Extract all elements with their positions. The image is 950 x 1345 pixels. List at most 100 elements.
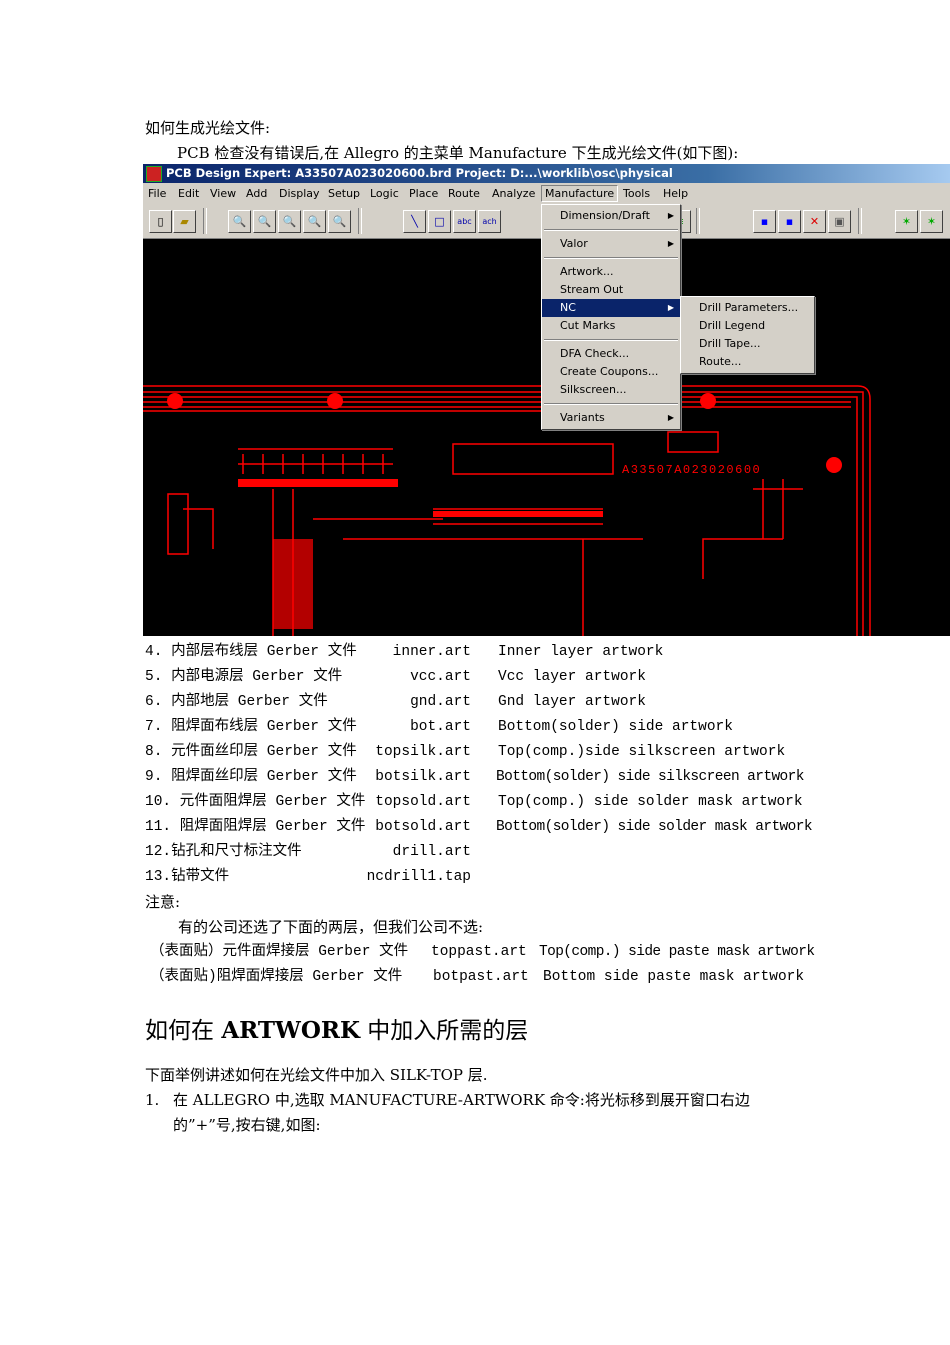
open-file-icon[interactable]: ▰ — [173, 210, 196, 233]
mounting-hole — [826, 457, 842, 473]
menu-route[interactable]: Route — [447, 186, 481, 201]
menu-item-stream-out[interactable]: Stream Out — [542, 281, 680, 299]
menu-file[interactable]: File — [147, 186, 167, 201]
step-line: 在 ALLEGRO 中,选取 MANUFACTURE-ARTWORK 命令:将光… — [173, 1091, 750, 1109]
zoom-world-icon[interactable]: 🔍 — [328, 210, 351, 233]
layer-name: 9. 阻焊面丝印层 Gerber 文件 — [145, 769, 357, 785]
menu-item-variants[interactable]: Variants ▶ — [542, 409, 680, 427]
menu-view[interactable]: View — [209, 186, 237, 201]
zoom-in-icon[interactable]: 🔍 — [278, 210, 301, 233]
layer-name: 12.钻孔和尺寸标注文件 — [145, 844, 302, 860]
note-layer-name: （表面贴)阻焊面焊接层 Gerber 文件 — [150, 969, 403, 985]
connector — [238, 448, 393, 474]
layer-desc: Bottom(solder) side silkscreen artwork — [496, 769, 804, 785]
add-line-icon[interactable]: ╲ — [403, 210, 426, 233]
pad-row — [433, 511, 603, 517]
layer-name: 7. 阻焊面布线层 Gerber 文件 — [145, 719, 357, 735]
menu-item-create-coupons[interactable]: Create Coupons... — [542, 363, 680, 381]
note-layer-desc: Bottom side paste mask artwork — [543, 969, 805, 985]
layer-file: topsold.art — [375, 794, 471, 810]
menu-help[interactable]: Help — [662, 186, 689, 201]
menu-tools[interactable]: Tools — [622, 186, 651, 201]
pad-row — [238, 479, 398, 487]
menu-setup[interactable]: Setup — [327, 186, 361, 201]
submenu-arrow-icon: ▶ — [667, 239, 674, 248]
layer-name: 10. 元件面阻焊层 Gerber 文件 — [145, 794, 366, 810]
save-icon[interactable]: ▣ — [828, 210, 851, 233]
mounting-hole — [327, 393, 343, 409]
layer-desc: Top(comp.) side solder mask artwork — [498, 794, 803, 810]
manufacture-menu: Dimension/Draft ▶ Valor ▶ Artwork... Strea… — [541, 204, 681, 430]
zoom-points-icon[interactable]: 🔍 — [228, 210, 251, 233]
toolbar-separator — [203, 208, 207, 234]
step-line: 的”+”号,按右键,如图: — [173, 1116, 321, 1134]
add-rect-icon[interactable]: □ — [428, 210, 451, 233]
layer-name: 8. 元件面丝印层 Gerber 文件 — [145, 744, 357, 760]
zoom-out-icon[interactable]: 🔍 — [303, 210, 326, 233]
title-bar: PCB Design Expert: A33507A023020600.brd … — [143, 164, 950, 183]
menu-add[interactable]: Add — [245, 186, 268, 201]
menu-item-dimension-draft[interactable]: Dimension/Draft ▶ — [542, 207, 680, 225]
menu-analyze[interactable]: Analyze — [491, 186, 536, 201]
menu-item-nc[interactable]: NC ▶ — [542, 299, 680, 317]
menu-item-route[interactable]: Route... — [681, 353, 814, 371]
toolbar-separator — [696, 208, 700, 234]
layer-name: 5. 内部电源层 Gerber 文件 — [145, 669, 343, 685]
menu-item-artwork[interactable]: Artwork... — [542, 263, 680, 281]
new-file-icon[interactable]: ▯ — [149, 210, 172, 233]
ratsnest-icon[interactable]: ✶ — [895, 210, 918, 233]
mounting-hole — [700, 393, 716, 409]
menu-item-dfa-check[interactable]: DFA Check... — [542, 345, 680, 363]
note-layer-file: botpast.art — [433, 969, 529, 985]
layer-desc: Top(comp.)side silkscreen artwork — [498, 744, 786, 760]
menu-manufacture[interactable]: Manufacture — [541, 185, 619, 202]
menu-logic[interactable]: Logic — [369, 186, 400, 201]
layer-file: inner.art — [392, 644, 471, 660]
layer-file: vcc.art — [410, 669, 471, 685]
submenu-arrow-icon: ▶ — [667, 413, 674, 422]
menu-item-cut-marks[interactable]: Cut Marks — [542, 317, 680, 335]
layer-name: 4. 内部层布线层 Gerber 文件 — [145, 644, 357, 660]
layer-file: drill.art — [392, 844, 471, 860]
layer-file: gnd.art — [410, 694, 471, 710]
menu-item-valor[interactable]: Valor ▶ — [542, 235, 680, 253]
note-layer-name: （表面贴）元件面焊接层 Gerber 文件 — [150, 944, 409, 960]
menu-item-silkscreen[interactable]: Silkscreen... — [542, 381, 680, 399]
mounting-hole — [167, 393, 183, 409]
section-paragraph: 下面举例讲述如何在光绘文件中加入 SILK-TOP 层. — [145, 1066, 488, 1084]
intro-line: PCB 检查没有错误后,在 Allegro 的主菜单 Manufacture 下… — [177, 144, 739, 162]
app-icon — [146, 166, 162, 182]
allegro-screenshot: PCB Design Expert: A33507A023020600.brd … — [143, 164, 950, 636]
document-page: 如何生成光绘文件: PCB 检查没有错误后,在 Allegro 的主菜单 Man… — [0, 0, 950, 1345]
delete-icon[interactable]: ✕ — [803, 210, 826, 233]
layer-desc: Bottom(solder) side solder mask artwork — [496, 819, 813, 835]
layer-desc: Vcc layer artwork — [498, 669, 646, 685]
copy-icon[interactable]: ▪ — [778, 210, 801, 233]
menu-bar: File Edit View Add Display Setup Logic P… — [143, 183, 950, 204]
zoom-fit-icon[interactable]: 🔍 — [253, 210, 276, 233]
note-layer-file: toppast.art — [431, 944, 527, 960]
menu-place[interactable]: Place — [408, 186, 439, 201]
menu-item-drill-legend[interactable]: Drill Legend — [681, 317, 814, 335]
menu-edit[interactable]: Edit — [177, 186, 200, 201]
toolbar-separator — [358, 208, 362, 234]
layer-name: 6. 内部地层 Gerber 文件 — [145, 694, 328, 710]
layer-name: 13.钻带文件 — [145, 869, 230, 885]
layer-desc: Gnd layer artwork — [498, 694, 646, 710]
layer-file: botsilk.art — [375, 769, 471, 785]
layer-name: 11. 阻焊面阻焊层 Gerber 文件 — [145, 819, 366, 835]
submenu-arrow-icon: ▶ — [667, 211, 674, 220]
intro-heading: 如何生成光绘文件: — [145, 119, 271, 137]
menu-item-drill-tape[interactable]: Drill Tape... — [681, 335, 814, 353]
layer-file: bot.art — [410, 719, 471, 735]
component — [167, 493, 189, 555]
unrats-icon[interactable]: ✶ — [920, 210, 943, 233]
change-text-icon[interactable]: ach — [478, 210, 501, 233]
toolbar-separator — [858, 208, 862, 234]
add-text-icon[interactable]: abc — [453, 210, 476, 233]
move-icon[interactable]: ▪ — [753, 210, 776, 233]
layer-desc: Bottom(solder) side artwork — [498, 719, 733, 735]
menu-item-drill-parameters[interactable]: Drill Parameters... — [681, 299, 814, 317]
menu-display[interactable]: Display — [278, 186, 321, 201]
note-text: 有的公司还选了下面的两层，但我们公司不选: — [178, 918, 484, 936]
